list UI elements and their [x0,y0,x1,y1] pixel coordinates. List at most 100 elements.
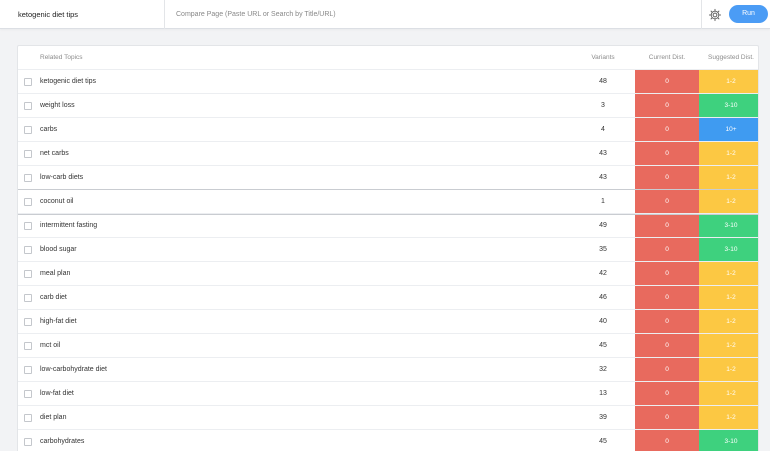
suggested-dist-cell: 1-2 [699,406,758,429]
variants-count: 4 [601,126,605,133]
topic-name: low-carbohydrate diet [40,366,107,373]
row-checkbox[interactable] [24,222,32,230]
table-row[interactable]: low-carbohydrate diet 32 0 1-2 [18,358,758,382]
variants-count: 43 [599,150,607,157]
row-checkbox[interactable] [24,246,32,254]
current-dist-cell: 0 [635,262,699,285]
current-dist-cell: 0 [635,166,699,189]
variants-count: 48 [599,78,607,85]
variants-count: 3 [601,102,605,109]
topic-name: diet plan [40,414,67,421]
table-row[interactable]: mct oil 45 0 1-2 [18,334,758,358]
variants-count: 35 [599,246,607,253]
row-checkbox[interactable] [24,198,32,206]
related-topics-table: Related Topics Variants Current Dist. Su… [17,45,759,451]
topic-name: carb diet [40,294,67,301]
row-checkbox[interactable] [24,126,32,134]
topic-name: meal plan [40,270,71,277]
suggested-dist-cell: 1-2 [699,310,758,333]
current-dist-cell: 0 [635,70,699,93]
topic-name: high-fat diet [40,318,77,325]
header-suggested-dist[interactable]: Suggested Dist. [699,46,758,70]
table-row[interactable]: ketogenic diet tips 48 0 1-2 [18,70,758,94]
header-current-dist[interactable]: Current Dist. [635,46,699,70]
current-dist-cell: 0 [635,430,699,451]
suggested-dist-cell: 10+ [699,118,758,141]
topic-name: carbs [40,126,58,133]
row-checkbox[interactable] [24,150,32,158]
row-checkbox[interactable] [24,390,32,398]
variants-count: 40 [599,318,607,325]
suggested-dist-cell: 1-2 [699,190,758,213]
compare-page-input[interactable]: Compare Page (Paste URL or Search by Tit… [165,0,702,29]
variants-count: 45 [599,342,607,349]
suggested-dist-cell: 1-2 [699,334,758,357]
current-dist-cell: 0 [635,358,699,381]
variants-count: 46 [599,294,607,301]
topic-name: low-carb diets [40,174,84,181]
variants-count: 42 [599,270,607,277]
current-dist-cell: 0 [635,214,699,237]
variants-count: 49 [599,222,607,229]
suggested-dist-cell: 3-10 [699,238,758,261]
table-row[interactable]: blood sugar 35 0 3-10 [18,238,758,262]
current-dist-cell: 0 [635,310,699,333]
topic-name: ketogenic diet tips [40,78,97,85]
variants-count: 13 [599,390,607,397]
row-checkbox[interactable] [24,102,32,110]
topic-name: blood sugar [40,246,77,253]
topic-name: low-fat diet [40,390,74,397]
suggested-dist-cell: 3-10 [699,94,758,117]
current-dist-cell: 0 [635,334,699,357]
variants-count: 43 [599,174,607,181]
table-row[interactable]: high-fat diet 40 0 1-2 [18,310,758,334]
table-header: Related Topics Variants Current Dist. Su… [18,46,758,70]
table-row[interactable]: weight loss 3 0 3-10 [18,94,758,118]
suggested-dist-cell: 1-2 [699,142,758,165]
row-checkbox[interactable] [24,366,32,374]
table-row[interactable]: low-carb diets 43 0 1-2 [18,166,758,190]
top-bar: ketogenic diet tips Compare Page (Paste … [0,0,770,29]
row-checkbox[interactable] [24,414,32,422]
keyword-field[interactable]: ketogenic diet tips [0,0,165,29]
header-variants[interactable]: Variants [578,46,628,70]
table-row[interactable]: meal plan 42 0 1-2 [18,262,758,286]
table-row[interactable]: intermittent fasting 49 0 3-10 [18,214,758,238]
row-checkbox[interactable] [24,174,32,182]
table-row[interactable]: coconut oil 1 0 1-2 [18,190,758,214]
suggested-dist-cell: 1-2 [699,382,758,405]
suggested-dist-cell: 1-2 [699,358,758,381]
row-checkbox[interactable] [24,438,32,446]
row-checkbox[interactable] [24,78,32,86]
suggested-dist-cell: 3-10 [699,430,758,451]
topic-name: carbohydrates [40,438,85,445]
current-dist-cell: 0 [635,406,699,429]
table-row[interactable]: net carbs 43 0 1-2 [18,142,758,166]
row-checkbox[interactable] [24,270,32,278]
current-dist-cell: 0 [635,94,699,117]
topic-name: net carbs [40,150,69,157]
gear-icon[interactable] [708,8,722,22]
variants-count: 1 [601,198,605,205]
current-dist-cell: 0 [635,286,699,309]
variants-count: 39 [599,414,607,421]
table-row[interactable]: low-fat diet 13 0 1-2 [18,382,758,406]
header-related-topics[interactable]: Related Topics [40,46,83,70]
topic-name: coconut oil [40,198,74,205]
row-checkbox[interactable] [24,294,32,302]
table-row[interactable]: diet plan 39 0 1-2 [18,406,758,430]
table-row[interactable]: carbs 4 0 10+ [18,118,758,142]
suggested-dist-cell: 1-2 [699,262,758,285]
table-row[interactable]: carbohydrates 45 0 3-10 [18,430,758,451]
suggested-dist-cell: 1-2 [699,70,758,93]
row-checkbox[interactable] [24,318,32,326]
suggested-dist-cell: 3-10 [699,214,758,237]
table-row[interactable]: carb diet 46 0 1-2 [18,286,758,310]
suggested-dist-cell: 1-2 [699,166,758,189]
run-button[interactable]: Run [729,5,768,23]
topic-name: mct oil [40,342,61,349]
current-dist-cell: 0 [635,190,699,213]
variants-count: 32 [599,366,607,373]
row-checkbox[interactable] [24,342,32,350]
topic-name: weight loss [40,102,75,109]
